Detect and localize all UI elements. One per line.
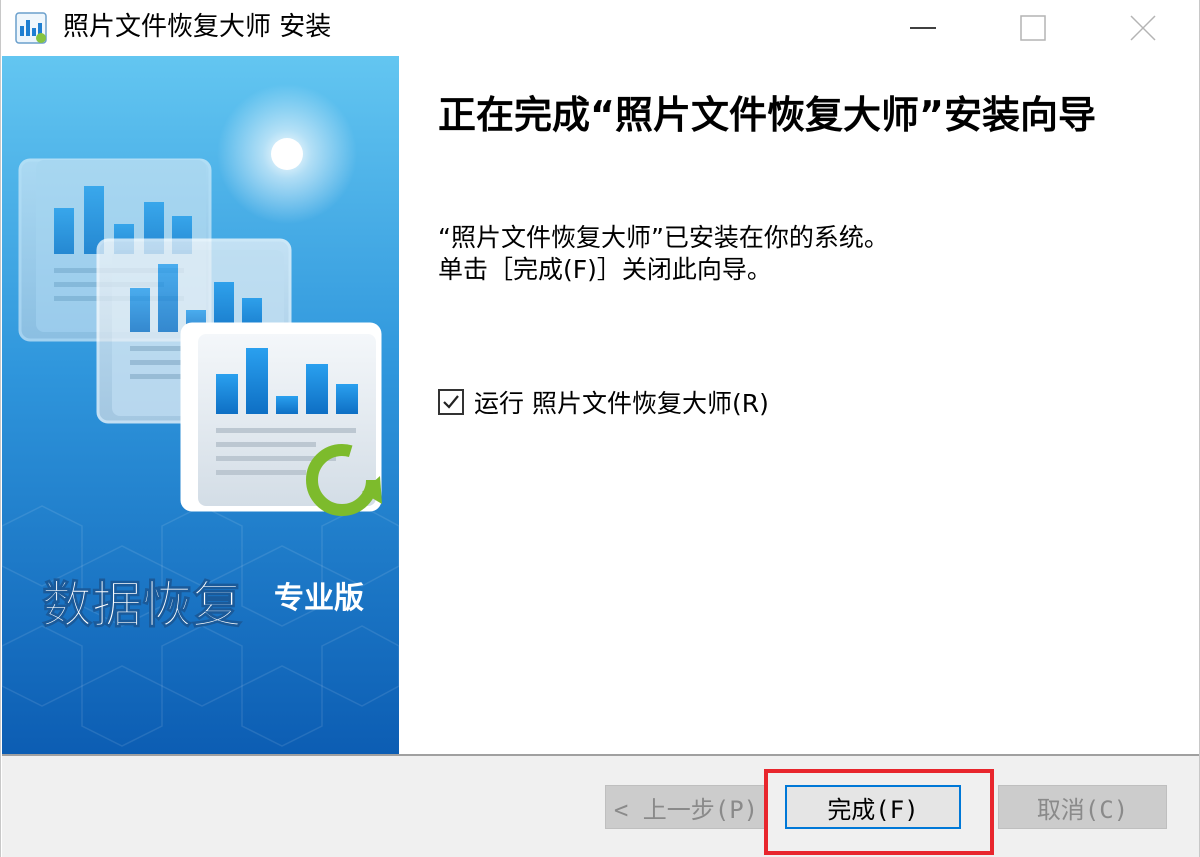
- installer-window: 照片文件恢复大师 安装 数据恢复 专业版 正在完成“照片文件恢复大师”安装向导 …: [0, 0, 1200, 857]
- minimize-icon: [910, 27, 936, 29]
- wizard-banner: 数据恢复 专业版: [2, 56, 399, 754]
- window-title: 照片文件恢复大师 安装: [63, 12, 332, 42]
- bar-chart-icon: [15, 12, 47, 44]
- run-app-checkbox-box[interactable]: [438, 389, 464, 415]
- maximize-button[interactable]: [987, 0, 1079, 56]
- close-icon: [1130, 15, 1156, 41]
- maximize-icon: [1020, 15, 1046, 41]
- banner-brand-sub: 专业版: [274, 581, 364, 616]
- finish-instruction-text: 单击［完成(F)］关闭此向导。: [438, 255, 772, 284]
- back-button[interactable]: < 上一步(P): [605, 785, 767, 829]
- run-app-checkbox[interactable]: 运行 照片文件恢复大师(R): [438, 384, 769, 420]
- description-text: “照片文件恢复大师”已安装在你的系统。 单击［完成(F)］关闭此向导。: [438, 222, 1158, 286]
- minimize-button[interactable]: [877, 0, 969, 56]
- finish-button[interactable]: 完成(F): [785, 785, 961, 829]
- check-icon: [443, 395, 459, 409]
- title-bar[interactable]: 照片文件恢复大师 安装: [1, 0, 1199, 56]
- banner-brand-main: 数据恢复: [42, 576, 242, 634]
- close-button[interactable]: [1097, 0, 1189, 56]
- cancel-button[interactable]: 取消(C): [998, 785, 1167, 829]
- run-app-checkbox-label[interactable]: 运行 照片文件恢复大师(R): [474, 384, 769, 420]
- install-status-text: “照片文件恢复大师”已安装在你的系统。: [438, 223, 889, 252]
- page-title: 正在完成“照片文件恢复大师”安装向导: [438, 93, 1096, 137]
